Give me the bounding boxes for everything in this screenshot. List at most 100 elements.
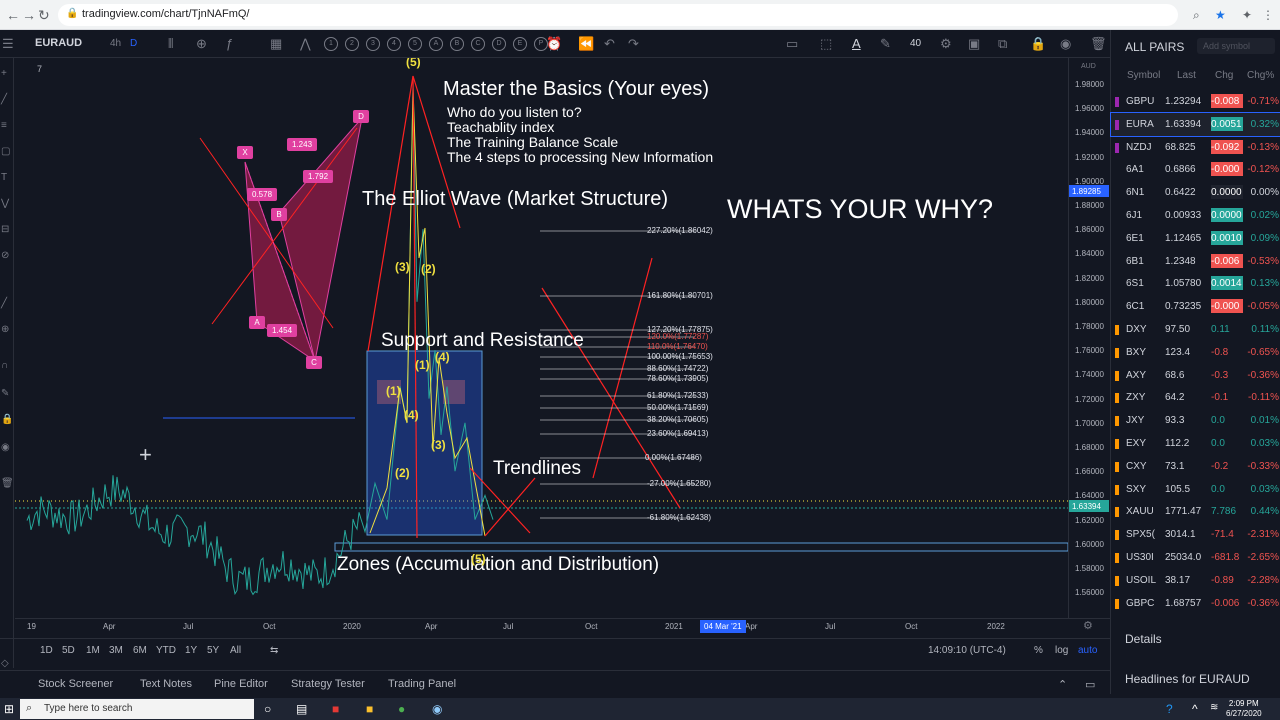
wave-mark-A[interactable]: A [429, 37, 443, 51]
watchlist-row[interactable]: NZDJ 68.825 -0.092 -0.13% [1111, 136, 1280, 159]
zoom-icon[interactable]: ⌕ [1193, 8, 1200, 23]
hline-icon[interactable]: ≡ [1, 120, 7, 131]
lock-drawing-icon[interactable]: 🔒 [1030, 36, 1046, 52]
alert-icon[interactable]: ⏰ [546, 36, 562, 52]
settings-icon[interactable]: ⚙ [940, 36, 952, 52]
watchlist-row[interactable]: EURA 1.63394 0.0051 0.32% [1110, 111, 1280, 137]
panel-tab[interactable]: Pine Editor [214, 678, 268, 690]
forward-icon[interactable]: → [22, 7, 36, 23]
range-5y[interactable]: 5Y [207, 645, 219, 656]
wifi-icon[interactable]: ≋ [1210, 702, 1218, 713]
watchlist-row[interactable]: BXY 123.4 -0.8 -0.65% [1111, 341, 1280, 364]
header-chg[interactable]: Chg [1215, 70, 1233, 81]
font-size[interactable]: 40 [910, 38, 921, 49]
watchlist-row[interactable]: CXY 73.1 -0.2 -0.33% [1111, 455, 1280, 478]
taskbar-search[interactable]: ⌕ Type here to search [20, 699, 254, 719]
forecast-icon[interactable]: ⊘ [1, 250, 9, 261]
extensions-icon[interactable]: ✦ [1242, 8, 1252, 22]
watchlist-row[interactable]: GBPU 1.23294 -0.008 -0.71% [1111, 90, 1280, 113]
watchlist-row[interactable]: 6J1 0.00933 0.0000 0.02% [1111, 204, 1280, 227]
wave-mark-2[interactable]: 2 [345, 37, 359, 51]
watchlist-row[interactable]: JXY 93.3 0.0 0.01% [1111, 409, 1280, 432]
wave-tool-icon[interactable]: ⋀ [300, 36, 311, 52]
panel-tab[interactable]: Stock Screener [38, 678, 113, 690]
tray-chevron-icon[interactable]: ^ [1192, 702, 1198, 716]
app-icon[interactable]: ◉ [432, 702, 442, 716]
interval-4h[interactable]: 4h [110, 38, 121, 49]
magnet-icon[interactable]: ∩ [1, 360, 8, 371]
address-bar[interactable]: 🔒 tradingview.com/chart/TjnNAFmQ/ [58, 4, 1178, 26]
stay-draw-icon[interactable]: ✎ [1, 388, 9, 399]
panel-tab[interactable]: Strategy Tester [291, 678, 365, 690]
watchlist-row[interactable]: US30I 25034.0 -681.8 -2.65% [1111, 546, 1280, 569]
symbol-search[interactable]: EURAUD [35, 37, 82, 49]
range-1d[interactable]: 1D [40, 645, 53, 656]
templates-icon[interactable]: ▦ [270, 36, 282, 52]
remove-icon[interactable]: 🗑 [1, 478, 14, 489]
clock-readout[interactable]: 14:09:10 (UTC-4) [928, 645, 1006, 656]
text-color-icon[interactable]: A [852, 36, 861, 51]
range-ytd[interactable]: YTD [156, 645, 176, 656]
help-icon[interactable]: ? [1166, 702, 1173, 716]
wave-mark-C[interactable]: C [471, 37, 485, 51]
fib-icon[interactable]: ⊟ [1, 224, 9, 235]
panel-tab[interactable]: Trading Panel [388, 678, 456, 690]
back-icon[interactable]: ← [6, 7, 20, 23]
add-symbol-input[interactable]: Add symbol [1197, 38, 1275, 54]
watchlist-row[interactable]: AXY 68.6 -0.3 -0.36% [1111, 364, 1280, 387]
range-1y[interactable]: 1Y [185, 645, 197, 656]
watchlist-row[interactable]: ZXY 64.2 -0.1 -0.11% [1111, 386, 1280, 409]
collapse-counter[interactable]: 7 [37, 64, 42, 74]
cursor-icon[interactable]: + [1, 68, 7, 79]
redo-icon[interactable]: ↷ [628, 36, 639, 52]
watchlist-row[interactable]: GBPC 1.68757 -0.006 -0.36% [1111, 592, 1280, 615]
watchlist-row[interactable]: XAUU 1771.47 7.786 0.44% [1111, 500, 1280, 523]
range-3m[interactable]: 3M [109, 645, 123, 656]
watchlist-row[interactable]: 6C1 0.73235 -0.000 -0.05% [1111, 295, 1280, 318]
rect-tool-icon[interactable]: ▭ [786, 36, 798, 52]
trendline-icon[interactable]: ╱ [1, 94, 7, 105]
indicators-icon[interactable]: ƒ [226, 36, 233, 51]
candle-style-icon[interactable]: ⫴ [168, 36, 173, 52]
log-toggle[interactable]: log [1055, 645, 1068, 656]
undo-icon[interactable]: ↶ [604, 36, 615, 52]
system-clock[interactable]: 2:09 PM 6/27/2020 [1226, 699, 1262, 719]
collapse-panel-icon[interactable]: ⌃ [1058, 678, 1067, 691]
reload-icon[interactable]: ↻ [38, 7, 50, 24]
time-axis[interactable]: 19 Apr Jul Oct 2020 Apr Jul Oct 2021 Apr Jul Oct 202… [15, 618, 1110, 634]
lock-all-icon[interactable]: 🔒 [1, 414, 13, 425]
clone-icon[interactable]: ⧉ [998, 36, 1007, 52]
wave-mark-3[interactable]: 3 [366, 37, 380, 51]
eye-icon[interactable]: ◉ [1060, 36, 1071, 52]
menu-icon[interactable]: ⋮ [1262, 8, 1274, 22]
chart-canvas[interactable]: 7 Master the Basics (Your eyes) Who do y… [15, 58, 1068, 618]
header-chgp[interactable]: Chg% [1247, 70, 1274, 81]
zoom-in-icon[interactable]: ⊕ [1, 324, 9, 335]
range-all[interactable]: All [230, 645, 241, 656]
ruler-icon[interactable]: ╱ [1, 298, 7, 309]
replay-icon[interactable]: ⏪ [578, 36, 594, 52]
watchlist-row[interactable]: EXY 112.2 0.0 0.03% [1111, 432, 1280, 455]
star-icon[interactable]: ★ [1215, 8, 1226, 22]
auto-toggle[interactable]: auto [1078, 645, 1097, 656]
pattern-icon[interactable]: ⋁ [1, 198, 9, 209]
panel-tab[interactable]: Text Notes [140, 678, 192, 690]
watchlist-row[interactable]: 6A1 0.6866 -0.000 -0.12% [1111, 158, 1280, 181]
header-last[interactable]: Last [1177, 70, 1196, 81]
wave-mark-5[interactable]: 5 [408, 37, 422, 51]
wave-mark-B[interactable]: B [450, 37, 464, 51]
watchlist-row[interactable]: DXY 97.50 0.11 0.11% [1111, 318, 1280, 341]
wave-mark-E[interactable]: E [513, 37, 527, 51]
details-section[interactable]: Details [1125, 632, 1162, 646]
goto-date-icon[interactable]: ⇆ [270, 645, 278, 656]
watchlist-row[interactable]: 6B1 1.2348 -0.006 -0.53% [1111, 250, 1280, 273]
compare-icon[interactable]: ⊕ [196, 36, 207, 52]
range-1m[interactable]: 1M [86, 645, 100, 656]
range-5d[interactable]: 5D [62, 645, 75, 656]
brush-tool-icon[interactable]: ⬚ [820, 36, 832, 52]
watchlist-row[interactable]: SPX5(3014.1 -71.4 -2.31% [1111, 523, 1280, 546]
wave-mark-4[interactable]: 4 [387, 37, 401, 51]
percent-toggle[interactable]: % [1034, 645, 1043, 656]
watchlist-row[interactable]: 6N1 0.6422 0.0000 0.00% [1111, 181, 1280, 204]
pencil-icon[interactable]: ✎ [880, 36, 891, 52]
